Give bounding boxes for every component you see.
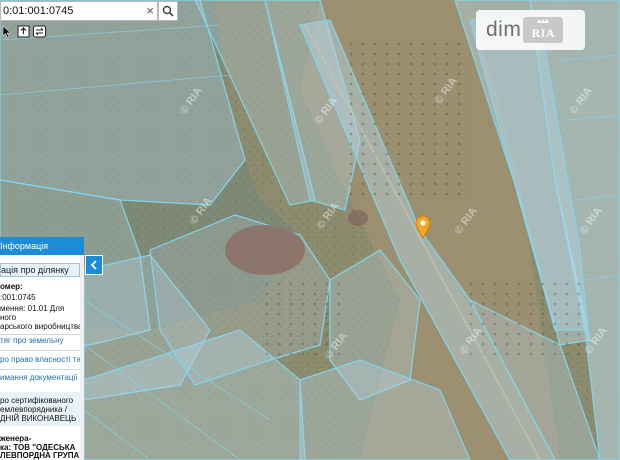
plowed-patch bbox=[225, 225, 305, 275]
chevron-left-icon bbox=[90, 260, 97, 270]
logo-text: dim bbox=[486, 18, 522, 41]
panel-header: Інформація bbox=[0, 237, 84, 255]
cert-line: ДНІЙ ВИКОНАВЕЦЬ bbox=[0, 414, 77, 423]
ria-badge: RIA bbox=[523, 17, 564, 43]
map-toolbar bbox=[0, 22, 48, 40]
panel-scrollbar[interactable] bbox=[80, 255, 84, 460]
arrow-pointer-icon bbox=[2, 24, 12, 38]
bushes-east bbox=[470, 280, 580, 360]
divider bbox=[0, 369, 84, 370]
info-panel: Інформація ація про ділянку омер: :001:0… bbox=[0, 237, 84, 460]
tab-parcel-info[interactable]: ація про ділянку bbox=[0, 263, 80, 277]
dim-ria-logo: dim RIA bbox=[476, 10, 585, 50]
search-button[interactable] bbox=[158, 1, 178, 21]
cadastral-number-value: :001:0745 bbox=[0, 293, 36, 302]
divider bbox=[0, 350, 84, 351]
ownership-link[interactable]: ро право власності та bbox=[0, 355, 81, 365]
purpose-line: арського виробництва bbox=[0, 322, 83, 331]
documentation-link[interactable]: имання документації із bbox=[0, 373, 84, 383]
plowed-patch-small bbox=[348, 210, 368, 226]
search-icon bbox=[162, 5, 174, 17]
extract-link[interactable]: тяг про земельну bbox=[0, 336, 64, 346]
cadastral-search-box[interactable]: 0:01:001:0745 × bbox=[0, 1, 158, 21]
swap-layers-icon bbox=[32, 25, 46, 37]
export-icon bbox=[17, 25, 29, 37]
engineer-company-cont: ЛЕВПОРДНА ГРУПА" bbox=[0, 451, 84, 460]
cadastral-number-label: омер: bbox=[0, 282, 23, 291]
bushes-north bbox=[350, 40, 470, 200]
crown-icon bbox=[537, 19, 550, 23]
search-input[interactable]: 0:01:001:0745 bbox=[3, 5, 73, 17]
select-tool-button[interactable] bbox=[0, 23, 14, 39]
certified-engineer-box[interactable]: ро сертифікованого емлевпорядника / ДНІЙ… bbox=[0, 392, 84, 426]
clear-search-button[interactable]: × bbox=[146, 3, 154, 19]
divider bbox=[0, 334, 84, 335]
export-tool-button[interactable] bbox=[16, 23, 30, 39]
satellite-map[interactable]: © RIA © RIA © RIA © RIA © RIA © RIA © RI… bbox=[0, 0, 620, 460]
ria-badge-text: RIA bbox=[531, 25, 556, 40]
layers-tool-button[interactable] bbox=[32, 23, 46, 39]
collapse-panel-button[interactable] bbox=[85, 255, 103, 275]
